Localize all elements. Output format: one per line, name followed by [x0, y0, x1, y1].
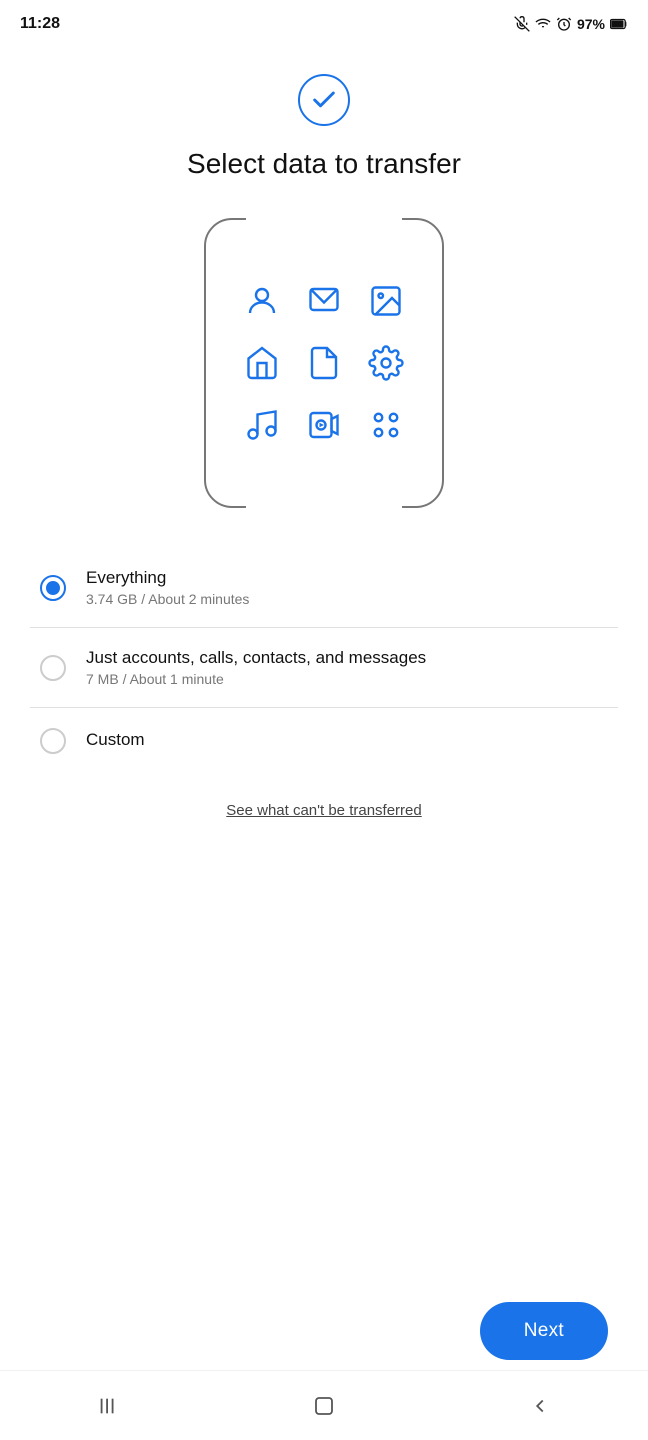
option-everything[interactable]: Everything 3.74 GB / About 2 minutes — [30, 548, 618, 628]
alarm-icon — [556, 16, 572, 32]
option-text-everything: Everything 3.74 GB / About 2 minutes — [86, 568, 608, 607]
cant-transfer-link[interactable]: See what can't be transferred — [226, 802, 421, 819]
photo-icon — [362, 277, 410, 325]
next-button-container: Next — [480, 1302, 608, 1360]
options-container: Everything 3.74 GB / About 2 minutes Jus… — [30, 548, 618, 774]
option-text-custom: Custom — [86, 730, 608, 753]
option-sub-accounts: 7 MB / About 1 minute — [86, 671, 608, 687]
main-content: Select data to transfer — [0, 44, 648, 840]
mute-icon — [514, 16, 530, 32]
person-icon — [238, 277, 286, 325]
nav-bar — [0, 1370, 648, 1440]
option-custom[interactable]: Custom — [30, 708, 618, 774]
cant-transfer-section: See what can't be transferred — [30, 802, 618, 820]
check-icon — [310, 86, 338, 114]
status-icons: 97% — [514, 16, 628, 32]
home-nav-icon[interactable] — [306, 1388, 342, 1424]
radio-custom — [40, 728, 66, 754]
settings-icon — [362, 339, 410, 387]
home-icon — [238, 339, 286, 387]
battery-text: 97% — [577, 16, 605, 32]
file-icon — [300, 339, 348, 387]
apps-icon — [362, 401, 410, 449]
status-bar: 11:28 97% — [0, 0, 648, 44]
next-button[interactable]: Next — [480, 1302, 608, 1360]
recent-apps-icon[interactable] — [90, 1388, 126, 1424]
battery-icon — [610, 17, 628, 31]
option-label-custom: Custom — [86, 730, 608, 750]
option-text-accounts: Just accounts, calls, contacts, and mess… — [86, 648, 608, 687]
radio-accounts — [40, 655, 66, 681]
message-icon — [300, 277, 348, 325]
option-label-accounts: Just accounts, calls, contacts, and mess… — [86, 648, 608, 668]
page-title: Select data to transfer — [187, 146, 461, 182]
back-icon[interactable] — [522, 1388, 558, 1424]
option-label-everything: Everything — [86, 568, 608, 588]
video-icon — [300, 401, 348, 449]
music-icon — [238, 401, 286, 449]
radio-everything — [40, 575, 66, 601]
phone-illustration — [204, 218, 444, 508]
check-circle — [298, 74, 350, 126]
option-accounts[interactable]: Just accounts, calls, contacts, and mess… — [30, 628, 618, 708]
wifi-icon — [535, 16, 551, 32]
icon-grid — [218, 257, 430, 469]
status-time: 11:28 — [20, 15, 60, 33]
option-sub-everything: 3.74 GB / About 2 minutes — [86, 591, 608, 607]
